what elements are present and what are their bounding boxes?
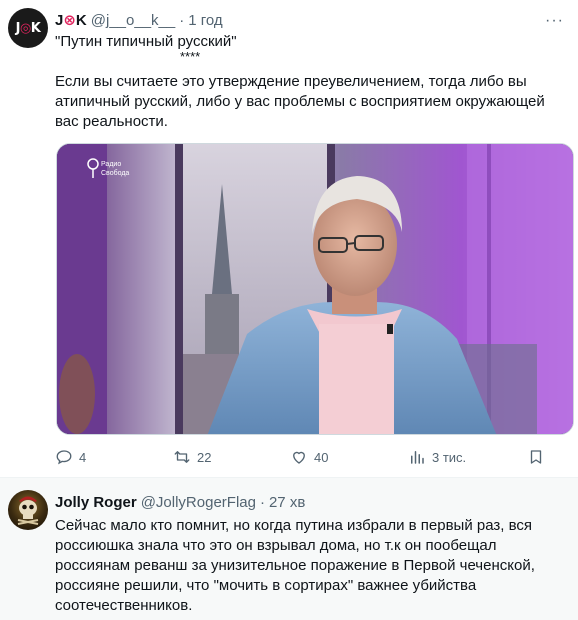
bookmark-button[interactable] [527, 448, 551, 466]
watermark-line1: Радио [101, 161, 121, 168]
bookmark-icon [530, 450, 542, 464]
views-count: 3 тис. [432, 449, 467, 465]
timestamp[interactable]: 1 год [188, 12, 222, 29]
separator-dot: · [259, 493, 265, 511]
author-name[interactable]: Jolly Roger [55, 494, 137, 511]
heart-icon [293, 451, 305, 464]
retweet-icon [174, 451, 190, 463]
tweet-header: Jolly Roger @JollyRogerFlag · 27 хв [55, 492, 305, 512]
reply-count: 4 [79, 449, 87, 465]
tweet-quote-line: "Путин типичный русский" [55, 33, 237, 50]
ellipsis-icon[interactable]: ··· [545, 12, 564, 30]
avatar[interactable]: J◎K [8, 8, 48, 48]
tweet-reply[interactable]: Jolly Roger @JollyRogerFlag · 27 хв Сейч… [0, 478, 578, 620]
watermark-line2: Свобода [101, 169, 129, 177]
views-button[interactable]: 3 тис. [408, 448, 466, 466]
avatar[interactable] [8, 490, 48, 530]
timestamp[interactable]: 27 хв [269, 494, 305, 511]
author-name[interactable]: J⊗K [55, 11, 87, 29]
video-frame: Радио Свобода [57, 144, 573, 434]
tweet-header: J⊗K @j__o__k__ · 1 год [55, 10, 223, 30]
author-handle[interactable]: @JollyRogerFlag [141, 494, 256, 511]
media-video[interactable]: Радио Свобода [56, 143, 574, 435]
tweet-actions: 4 22 40 3 тис. [55, 448, 564, 470]
tweet-stars: **** [180, 49, 201, 64]
lifebuoy-icon: ⊗ [63, 12, 76, 29]
reply-button[interactable]: 4 [55, 448, 86, 466]
like-button[interactable]: 40 [290, 448, 328, 466]
speech-bubble-icon [56, 450, 72, 465]
bar-chart-icon [411, 451, 424, 464]
tweet-quoted[interactable]: J◎K J⊗K @j__o__k__ · 1 год ··· "Путин ти… [0, 0, 578, 478]
retweet-button[interactable]: 22 [173, 448, 211, 466]
retweet-count: 22 [197, 449, 212, 465]
tweet-body: Если вы считаете это утверждение преувел… [55, 73, 545, 130]
skull-icon [17, 496, 39, 525]
tweet-body: Сейчас мало кто помнит, но когда путина … [55, 517, 535, 614]
like-count: 40 [314, 449, 329, 465]
separator-dot: · [179, 11, 185, 29]
avatar-logo: J◎K [15, 20, 41, 36]
author-handle[interactable]: @j__o__k__ [91, 12, 175, 29]
